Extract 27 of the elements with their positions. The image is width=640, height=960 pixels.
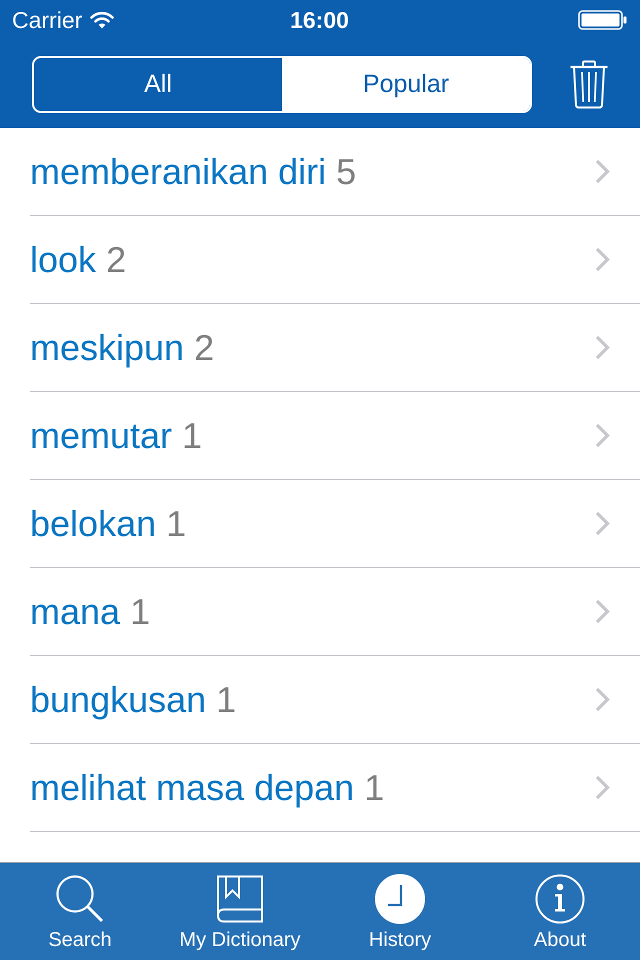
history-row[interactable]: bungkusan 1: [30, 656, 640, 744]
segment-tab[interactable]: Popular: [282, 58, 530, 110]
chevron-icon: [595, 511, 610, 536]
tab-bar-item[interactable]: Search: [0, 863, 160, 960]
chevron-icon: [595, 423, 610, 448]
tab-bar-item[interactable]: About: [480, 863, 640, 960]
trash-button[interactable]: [570, 60, 608, 108]
chevron-icon: [595, 159, 610, 184]
history-row[interactable]: memutar 1: [30, 392, 640, 480]
history-row[interactable]: meskipun 2: [30, 304, 640, 392]
clock-time: 16:00: [290, 8, 349, 32]
tab-bar-item[interactable]: My Dictionary: [160, 863, 320, 960]
carrier-label: Carrier: [12, 8, 82, 32]
history-row[interactable]: memberanikan diri 5: [30, 128, 640, 216]
chevron-icon: [595, 687, 610, 712]
history-row[interactable]: belokan 1: [30, 480, 640, 568]
history-row[interactable]: melihat masa depan 1: [30, 744, 640, 832]
tab-bar-item[interactable]: History: [320, 863, 480, 960]
chevron-icon: [595, 247, 610, 272]
battery-icon: [578, 10, 628, 30]
segment-tab[interactable]: All: [34, 58, 282, 110]
wifi-icon: [90, 11, 114, 29]
history-row[interactable]: look 2: [30, 216, 640, 304]
chevron-icon: [595, 775, 610, 800]
chevron-icon: [595, 335, 610, 360]
history-row[interactable]: mana 1: [30, 568, 640, 656]
chevron-icon: [595, 599, 610, 624]
